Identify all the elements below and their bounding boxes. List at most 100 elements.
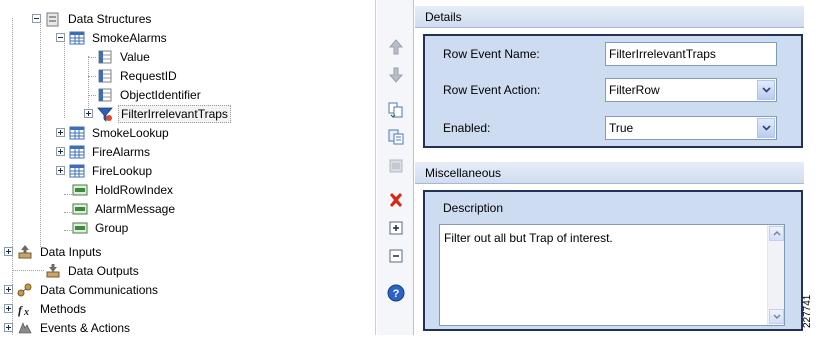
chevron-down-icon [761, 125, 771, 131]
copy-icon [388, 102, 403, 118]
tree-item-firelookup[interactable]: FireLookup [56, 161, 154, 180]
tree-item-data-inputs[interactable]: Data Inputs [4, 242, 103, 261]
vertical-toolbar: ? [377, 0, 414, 335]
tree-item-data-structures[interactable]: Data Structures [32, 9, 153, 28]
expand-toggle[interactable] [84, 109, 93, 118]
variable-icon [72, 203, 88, 214]
tree-item-firealarms[interactable]: FireAlarms [56, 142, 152, 161]
miscellaneous-section-header[interactable]: Miscellaneous [415, 162, 804, 184]
methods-icon: f x [18, 303, 29, 317]
paste-icon [388, 129, 404, 145]
row-event-action-label: Row Event Action: [443, 83, 541, 97]
tree-item-events-actions[interactable]: Events & Actions [4, 318, 132, 337]
table-icon [69, 145, 85, 158]
collapse-button[interactable] [387, 247, 405, 265]
tree-connector-line [12, 270, 44, 271]
tree-item-label: Data Structures [68, 11, 152, 26]
chevron-down-icon [761, 87, 771, 93]
expand-toggle[interactable] [56, 128, 65, 137]
data-communications-icon [17, 283, 32, 296]
expand-toggle[interactable] [4, 304, 13, 313]
tree-item-holdrowindex[interactable]: HoldRowIndex [72, 180, 175, 199]
collapse-toggle[interactable] [32, 14, 41, 23]
tree-connector-line [88, 95, 96, 96]
row-event-name-input[interactable]: FilterIrrelevantTraps [605, 42, 777, 66]
copy-button[interactable] [387, 101, 405, 119]
tree-item-label: Data Communications [40, 282, 159, 297]
disabled-button[interactable] [387, 157, 405, 175]
table-icon [69, 126, 85, 139]
properties-panel: Details Row Event Name: FilterIrrelevant… [415, 0, 816, 335]
filter-icon [97, 107, 113, 122]
expand-button[interactable] [387, 219, 405, 237]
expand-toggle[interactable] [4, 323, 13, 332]
details-section-header[interactable]: Details [415, 6, 804, 28]
tree-item-data-outputs[interactable]: Data Outputs [45, 261, 141, 280]
dropdown-button[interactable] [757, 80, 775, 100]
scroll-up-button[interactable] [769, 226, 784, 241]
tree-item-requestid[interactable]: RequestID [97, 66, 179, 85]
svg-text:x: x [23, 307, 29, 317]
tree-connector-line [64, 212, 72, 213]
tree-item-label: Events & Actions [40, 320, 131, 335]
tree-connector-line [88, 76, 96, 77]
delete-icon [390, 193, 402, 207]
chevron-down-icon [773, 314, 780, 319]
svg-text:?: ? [393, 288, 400, 300]
figure-id-label: 227741 [802, 248, 816, 328]
variable-icon [72, 222, 88, 233]
enabled-select[interactable]: True [605, 116, 777, 140]
events-actions-icon [18, 321, 32, 333]
tree-connector-line [64, 230, 72, 231]
move-down-icon [388, 67, 404, 83]
expand-toggle[interactable] [56, 147, 65, 156]
move-up-button[interactable] [387, 38, 405, 56]
scroll-down-button[interactable] [769, 309, 784, 324]
delete-button[interactable] [387, 191, 405, 209]
paste-button[interactable] [387, 128, 405, 146]
tree-item-label: Data Outputs [68, 263, 139, 278]
description-label: Description [443, 201, 504, 215]
chevron-up-icon [773, 231, 780, 236]
tree-item-filterirrelevanttraps[interactable]: FilterIrrelevantTraps [84, 104, 231, 123]
column-icon [98, 50, 112, 63]
tree-item-alarmmessage[interactable]: AlarmMessage [72, 199, 177, 218]
row-event-action-value: FilterRow [609, 83, 660, 97]
column-icon [98, 88, 112, 101]
expand-toggle[interactable] [4, 285, 13, 294]
help-button[interactable]: ? [387, 284, 405, 302]
tree-item-label: Data Inputs [40, 244, 102, 259]
tree-connector-line [64, 38, 65, 118]
tree-item-smokelookup[interactable]: SmokeLookup [56, 123, 171, 142]
tree-item-label: FireLookup [92, 163, 153, 178]
tree-item-data-communications[interactable]: Data Communications [4, 280, 160, 299]
tree-item-label: Value [120, 49, 150, 64]
vertical-scrollbar[interactable] [767, 225, 784, 325]
tree-item-label: FilterIrrelevantTraps [118, 104, 231, 123]
expand-toggle[interactable] [56, 166, 65, 175]
tree-item-label: Methods [40, 301, 87, 316]
details-group-box: Row Event Name: FilterIrrelevantTraps Ro… [423, 34, 803, 148]
tree-item-group[interactable]: Group [72, 218, 130, 237]
tree-item-objectidentifier[interactable]: ObjectIdentifier [97, 85, 203, 104]
tree-item-value[interactable]: Value [97, 47, 152, 66]
disabled-icon [389, 159, 403, 173]
tree-panel[interactable]: Data Structures SmokeAlarms Value Reques… [0, 0, 376, 335]
description-textarea[interactable]: Filter out all but Trap of interest. [439, 224, 785, 326]
move-up-icon [388, 39, 404, 55]
expand-toggle[interactable] [4, 247, 13, 256]
description-text: Filter out all but Trap of interest. [444, 231, 613, 245]
tree-item-label: RequestID [120, 68, 177, 83]
tree-item-label: SmokeLookup [92, 125, 169, 140]
move-down-button[interactable] [387, 66, 405, 84]
tree-item-label: SmokeAlarms [92, 30, 167, 45]
enabled-label: Enabled: [443, 121, 491, 135]
tree-item-methods[interactable]: f x Methods [4, 299, 88, 318]
row-event-action-select[interactable]: FilterRow [605, 78, 777, 102]
dropdown-button[interactable] [757, 118, 775, 138]
collapse-toggle[interactable] [56, 33, 65, 42]
table-icon [69, 164, 85, 177]
tree-item-label: Group [95, 220, 129, 235]
tree-item-smokealarms[interactable]: SmokeAlarms [56, 28, 169, 47]
row-event-name-label: Row Event Name: [443, 47, 540, 61]
